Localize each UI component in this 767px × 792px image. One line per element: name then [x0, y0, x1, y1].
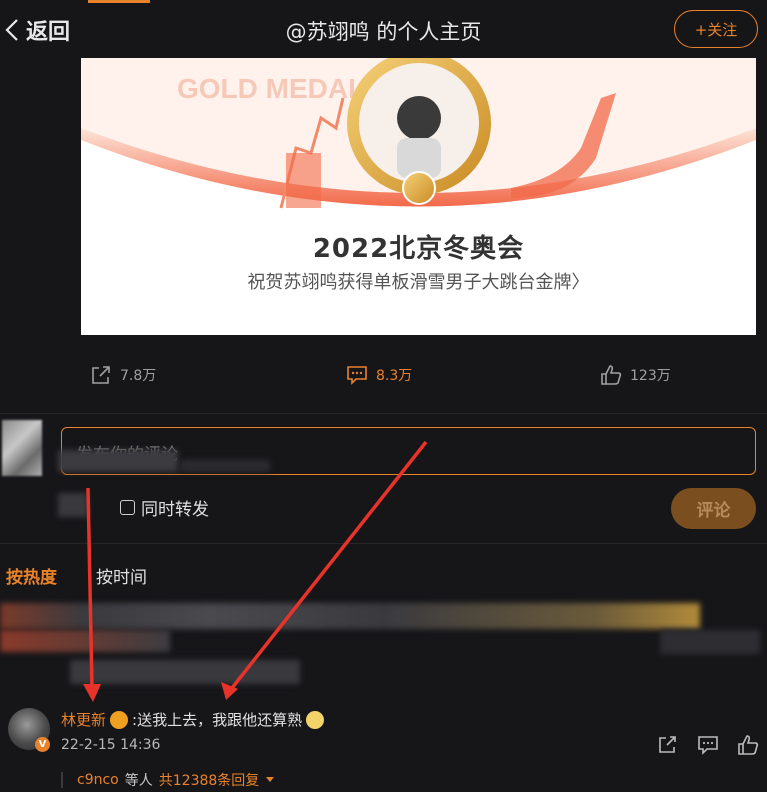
- tab-time[interactable]: 按时间: [96, 563, 147, 588]
- accent-strip: [88, 0, 150, 3]
- follow-button[interactable]: +关注: [674, 10, 758, 48]
- redacted-overlay: [660, 630, 760, 654]
- comment-like-button[interactable]: [737, 735, 759, 759]
- redacted-overlay: [0, 630, 170, 652]
- redacted-overlay: [70, 660, 300, 684]
- comment-line: 林更新 :送我上去，我跟他还算熟: [61, 709, 325, 730]
- banner-headline: 2022北京冬奥会: [312, 234, 525, 264]
- divider: [0, 413, 767, 414]
- reply-count[interactable]: 共12388条回复: [159, 770, 260, 790]
- divider: [0, 543, 767, 544]
- reply-user[interactable]: c9nco: [77, 772, 119, 788]
- comment-action[interactable]: 8.3万: [346, 364, 412, 386]
- like-action[interactable]: 123万: [600, 364, 671, 386]
- comment-share-button[interactable]: [657, 735, 679, 759]
- comment-count: 8.3万: [376, 368, 413, 384]
- tab-hot[interactable]: 按热度: [6, 563, 57, 588]
- redacted-overlay: [58, 450, 178, 472]
- doge-emoji-icon: [306, 710, 325, 729]
- comment-reply-button[interactable]: [697, 735, 719, 759]
- comment-username[interactable]: 林更新: [61, 709, 106, 730]
- checkbox-box[interactable]: [120, 500, 135, 515]
- thumbs-up-icon: [738, 735, 759, 755]
- reply-etc: 等人: [124, 773, 153, 789]
- thumbs-up-icon: [601, 365, 622, 385]
- comment-icon: [347, 366, 367, 385]
- repost-action[interactable]: 7.8万: [90, 364, 156, 386]
- redacted-overlay: [180, 460, 270, 472]
- crown-emoji-icon: [110, 710, 129, 729]
- thread-line: [61, 772, 63, 788]
- repost-label: 同时转发: [141, 500, 209, 520]
- verified-badge-icon: V: [35, 737, 50, 752]
- top-bar: 返回 @苏翊鸣 的个人主页 +关注: [0, 0, 767, 58]
- share-icon: [92, 366, 110, 384]
- share-icon: [659, 736, 676, 753]
- gold-medal-watermark: GOLD MEDAL: [177, 73, 365, 104]
- reply-summary[interactable]: c9nco 等人 共12388条回复: [61, 770, 275, 790]
- comment-icon: [698, 736, 718, 755]
- like-count: 123万: [630, 368, 671, 384]
- redacted-overlay: [0, 603, 700, 629]
- submit-comment-button[interactable]: 评论: [671, 488, 756, 529]
- redacted-overlay: [58, 493, 88, 517]
- comment-text: :送我上去，我跟他还算熟: [132, 711, 303, 729]
- page-title: @苏翊鸣 的个人主页: [285, 20, 482, 44]
- repost-checkbox[interactable]: 同时转发: [120, 495, 209, 520]
- banner-subline[interactable]: 祝贺苏翊鸣获得单板滑雪男子大跳台金牌〉: [81, 268, 756, 294]
- post-actions: 7.8万 8.3万 123万: [0, 358, 767, 398]
- banner-artwork: GOLD MEDAL: [81, 58, 756, 209]
- my-avatar: [2, 420, 42, 476]
- comment-time: 22-2-15 14:36: [61, 737, 161, 753]
- olympic-banner[interactable]: GOLD MEDAL 2022北京冬奥会 祝贺苏翊鸣获得单板滑雪男子大跳台金牌〉: [81, 58, 756, 335]
- caret-down-icon: [266, 777, 275, 782]
- repost-count: 7.8万: [120, 368, 157, 384]
